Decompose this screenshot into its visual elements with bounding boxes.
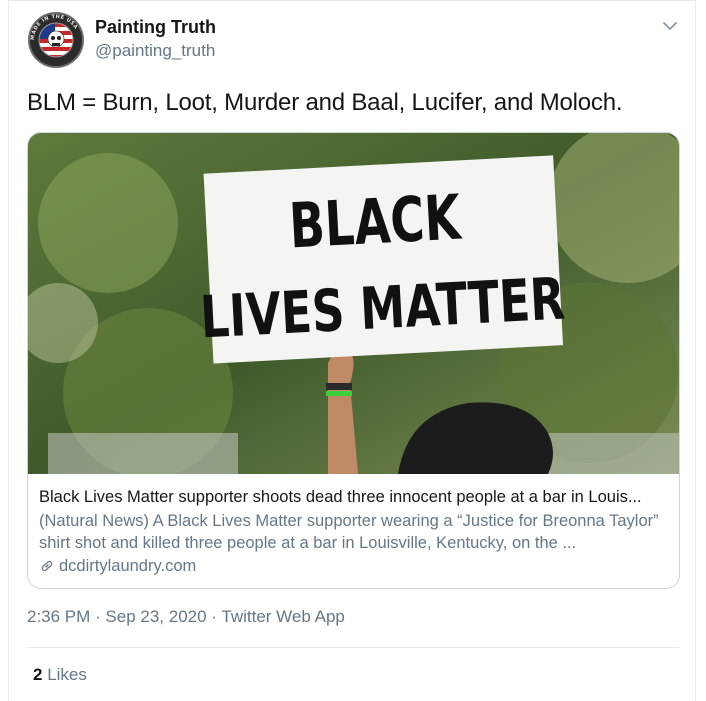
- card-image: BLACK LIVES MATTER: [28, 133, 679, 474]
- divider: [27, 647, 680, 648]
- tweet-source[interactable]: Twitter Web App: [221, 607, 344, 626]
- tweet-text: BLM = Burn, Loot, Murder and Baal, Lucif…: [27, 89, 623, 116]
- card-image-sign-line1: BLACK: [287, 181, 464, 262]
- meta-separator: ·: [90, 607, 106, 626]
- tweet-container: MADE IN THE USA Painting Truth @painting…: [8, 0, 696, 701]
- author-handle[interactable]: @painting_truth: [95, 41, 215, 61]
- meta-separator: ·: [206, 607, 222, 626]
- tweet-meta: 2:36 PM · Sep 23, 2020 · Twitter Web App: [27, 607, 345, 627]
- chevron-down-icon[interactable]: [661, 17, 679, 35]
- likes-stat[interactable]: 2 Likes: [33, 665, 87, 685]
- card-domain-row[interactable]: dcdirtylaundry.com: [39, 555, 669, 577]
- card-description: (Natural News) A Black Lives Matter supp…: [39, 512, 659, 552]
- tweet-time[interactable]: 2:36 PM: [27, 607, 90, 626]
- link-icon: [41, 560, 53, 572]
- link-card[interactable]: BLACK LIVES MATTER Black Lives Matter su…: [27, 132, 680, 589]
- card-domain: dcdirtylaundry.com: [59, 557, 197, 575]
- author-name[interactable]: Painting Truth: [95, 17, 216, 38]
- tweet-date[interactable]: Sep 23, 2020: [105, 607, 206, 626]
- card-body: Black Lives Matter supporter shoots dead…: [39, 486, 669, 577]
- card-title[interactable]: Black Lives Matter supporter shoots dead…: [39, 486, 669, 508]
- likes-label: Likes: [42, 665, 87, 684]
- avatar[interactable]: MADE IN THE USA: [27, 11, 85, 69]
